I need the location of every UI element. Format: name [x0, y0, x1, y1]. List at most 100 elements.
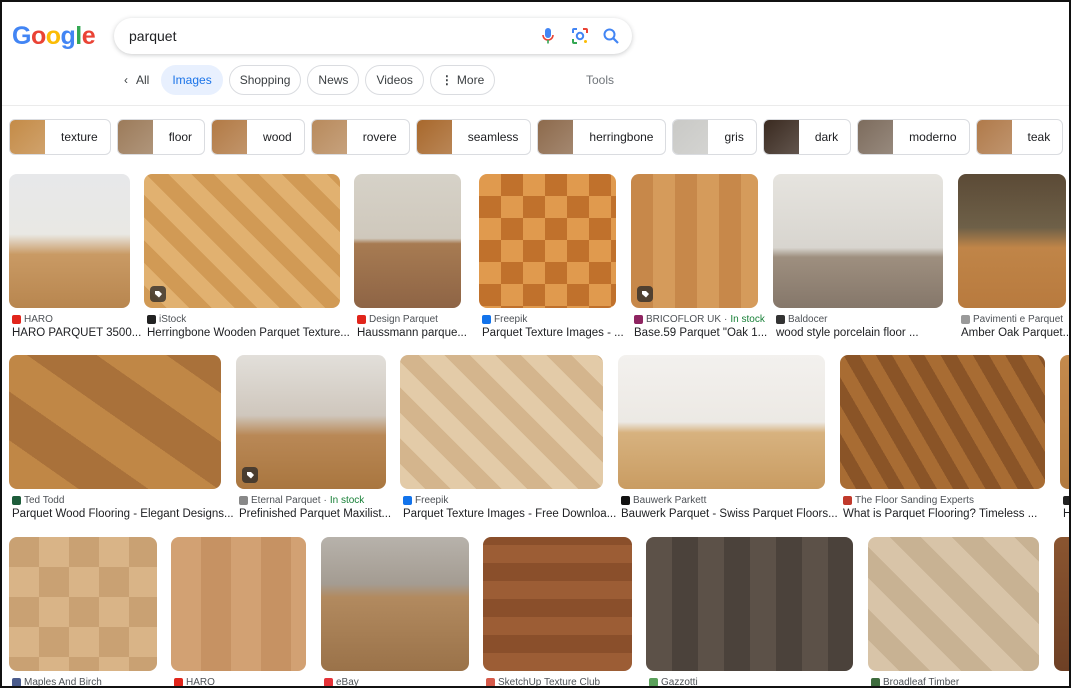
result-thumbnail[interactable] — [171, 537, 306, 671]
image-result[interactable]: The Floor Sanding Experts What is Parquet… — [840, 355, 1045, 529]
image-result[interactable]: HARO — [171, 537, 306, 686]
tab-videos[interactable]: Videos — [365, 65, 424, 95]
tab-label: Shopping — [239, 73, 291, 87]
result-thumbnail[interactable] — [1060, 355, 1069, 489]
result-title[interactable]: Herringbone Wooden Parquet Texture... — [147, 327, 350, 339]
result-thumbnail[interactable] — [144, 174, 340, 308]
result-thumbnail[interactable] — [354, 174, 461, 308]
source-name: Pavimenti e Parquet — [973, 314, 1064, 325]
result-source[interactable]: Broadleaf Timber — [871, 677, 959, 686]
result-thumbnail[interactable] — [236, 355, 386, 489]
image-result[interactable]: Pavimenti e Parquet Amber Oak Parquet... — [958, 174, 1069, 348]
chip-texture[interactable]: texture — [9, 119, 111, 155]
image-result[interactable]: HARO HARO PARQUET 3500... — [9, 174, 141, 348]
result-thumbnail[interactable] — [958, 174, 1066, 308]
result-source[interactable]: iStock — [147, 314, 186, 325]
image-result[interactable]: iStock Herringbone Wooden Parquet Texture… — [144, 174, 350, 348]
result-title[interactable]: Haussmann parque... — [357, 327, 467, 339]
image-result[interactable]: Baldocer wood style porcelain floor ... — [773, 174, 943, 348]
result-source[interactable]: Freepik — [482, 314, 527, 325]
tab-images[interactable]: Images — [161, 65, 223, 95]
result-source[interactable]: HARO — [12, 314, 53, 325]
search-input[interactable] — [129, 26, 519, 46]
result-source[interactable]: HARO — [174, 677, 215, 686]
result-thumbnail[interactable] — [400, 355, 603, 489]
image-result[interactable]: Ted Todd Parquet Wood Flooring - Elegant … — [9, 355, 234, 529]
result-source[interactable]: Bauwerk Parkett — [621, 495, 706, 506]
chip-herringbone[interactable]: herringbone — [537, 119, 667, 155]
chip-label: rovere — [362, 130, 397, 144]
tools-button[interactable]: Tools — [586, 73, 614, 87]
result-source[interactable]: Pavimenti e Parquet — [961, 314, 1063, 325]
image-result[interactable]: BRICOFLOR UK · In stock Base.59 Parquet "Oa… — [631, 174, 767, 348]
tab-shopping[interactable]: Shopping — [228, 65, 302, 95]
result-source[interactable]: eBay — [324, 677, 359, 686]
result-thumbnail[interactable] — [321, 537, 469, 671]
image-result[interactable]: SH — [1060, 355, 1069, 529]
result-thumbnail[interactable] — [9, 355, 221, 489]
microphone-icon[interactable] — [538, 26, 558, 46]
chip-floor[interactable]: floor — [116, 119, 206, 155]
result-thumbnail[interactable] — [1054, 537, 1069, 671]
result-thumbnail[interactable] — [9, 537, 157, 671]
result-source[interactable]: Freepik — [403, 495, 448, 506]
chip-rovere[interactable]: rovere — [310, 119, 410, 155]
result-thumbnail[interactable] — [840, 355, 1045, 489]
tab-news[interactable]: News — [307, 65, 360, 95]
image-result[interactable]: Maples And Birch — [9, 537, 157, 686]
result-source[interactable]: Maples And Birch — [12, 677, 102, 686]
result-source[interactable]: The Floor Sanding Experts — [843, 495, 974, 506]
chip-gris[interactable]: gris — [672, 119, 757, 155]
result-source[interactable]: S — [1063, 495, 1069, 506]
result-source[interactable]: Design Parquet — [357, 314, 438, 325]
image-result[interactable]: Freepik Parquet Texture Images - Free Dow… — [400, 355, 616, 529]
result-title[interactable]: Parquet Texture Images - ... — [482, 327, 624, 339]
result-source[interactable]: SketchUp Texture Club — [486, 677, 600, 686]
image-result[interactable]: Design Parquet Haussmann parque... — [354, 174, 467, 348]
chip-moderno[interactable]: moderno — [857, 119, 970, 155]
result-source[interactable]: Baldocer — [776, 314, 827, 325]
result-title[interactable]: Bauwerk Parquet - Swiss Parquet Floors..… — [621, 508, 838, 520]
result-title[interactable]: Parquet Wood Flooring - Elegant Designs.… — [12, 508, 234, 520]
result-thumbnail[interactable] — [618, 355, 825, 489]
result-thumbnail[interactable] — [483, 537, 632, 671]
result-source[interactable]: Eternal Parquet · In stock — [239, 495, 364, 506]
result-thumbnail[interactable] — [773, 174, 943, 308]
result-title[interactable]: Parquet Texture Images - Free Downloa... — [403, 508, 616, 520]
result-title[interactable]: Prefinished Parquet Maxilist... — [239, 508, 391, 520]
image-result[interactable]: Eternal Parquet · In stock Prefinished Parq… — [236, 355, 391, 529]
chip-wood[interactable]: wood — [211, 119, 305, 155]
result-title[interactable]: Base.59 Parquet "Oak 1... — [634, 327, 767, 339]
search-icon[interactable] — [601, 26, 621, 46]
result-title[interactable]: wood style porcelain floor ... — [776, 327, 919, 339]
chip-teak[interactable]: teak — [975, 119, 1064, 155]
result-thumbnail[interactable] — [479, 174, 616, 308]
result-source[interactable]: Ted Todd — [12, 495, 64, 506]
chip-label: dark — [814, 130, 839, 144]
image-result[interactable]: SketchUp Texture Club — [483, 537, 632, 686]
chip-dark[interactable]: dark — [762, 119, 852, 155]
image-result[interactable]: Freepik Parquet Texture Images - ... — [479, 174, 624, 348]
result-thumbnail[interactable] — [646, 537, 853, 671]
lens-camera-icon[interactable] — [570, 26, 590, 46]
image-result[interactable]: Bauwerk Parkett Bauwerk Parquet - Swiss P… — [618, 355, 838, 529]
image-result[interactable]: Broadleaf Timber — [868, 537, 1039, 686]
result-thumbnail[interactable] — [631, 174, 758, 308]
tab-all[interactable]: ‹ All — [118, 65, 155, 95]
image-result[interactable]: Gazzotti — [646, 537, 853, 686]
header-divider — [2, 105, 1069, 106]
result-thumbnail[interactable] — [9, 174, 130, 308]
result-title[interactable]: Amber Oak Parquet... — [961, 327, 1069, 339]
result-source[interactable]: BRICOFLOR UK · In stock — [634, 314, 765, 325]
result-title[interactable]: What is Parquet Flooring? Timeless ... — [843, 508, 1037, 520]
result-title[interactable]: HARO PARQUET 3500... — [12, 327, 141, 339]
result-source[interactable]: Gazzotti — [649, 677, 698, 686]
image-result[interactable]: eBay — [321, 537, 469, 686]
result-title[interactable]: H — [1063, 508, 1069, 520]
chip-label: texture — [61, 130, 98, 144]
google-logo[interactable]: Google — [12, 22, 96, 51]
tab-more[interactable]: ⋮ More — [429, 65, 496, 95]
image-result[interactable] — [1054, 537, 1069, 686]
chip-seamless[interactable]: seamless — [415, 119, 532, 155]
result-thumbnail[interactable] — [868, 537, 1039, 671]
